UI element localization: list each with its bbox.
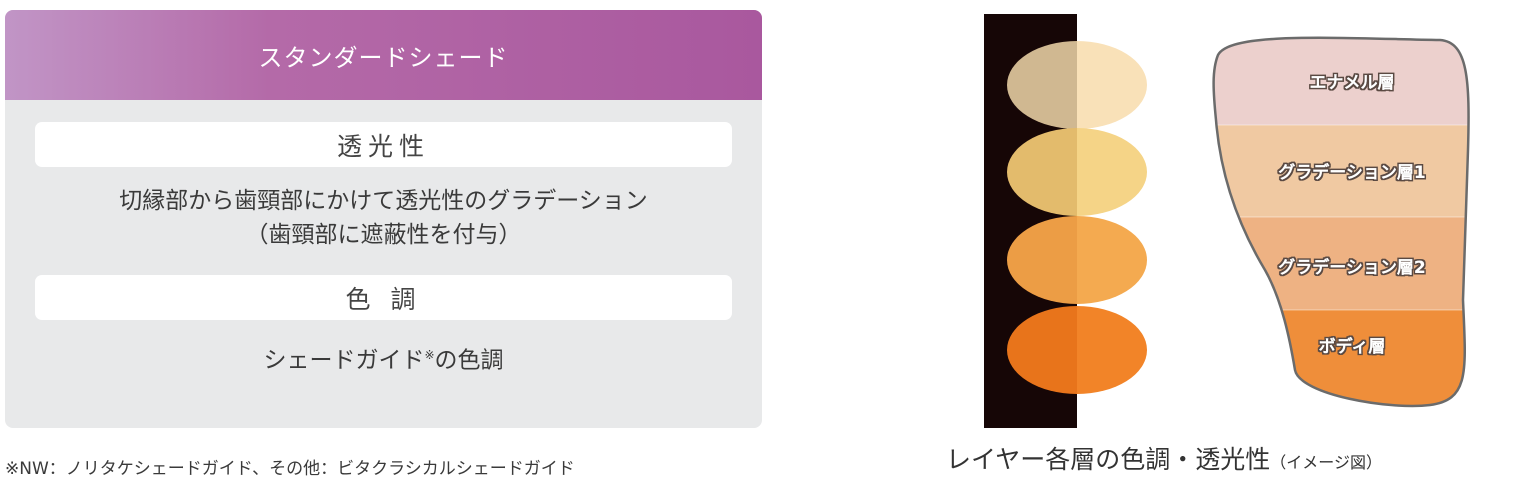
shade-swatch xyxy=(1007,41,1147,129)
diagram-caption: レイヤー各層の色調・透光性（イメージ図） xyxy=(946,440,1382,476)
layer-label: グラデーション層2 xyxy=(1278,257,1426,278)
shade-swatch xyxy=(1007,128,1147,216)
layer-label: グラデーション層1 xyxy=(1278,162,1426,183)
layer-diagram: エナメル層グラデーション層1 グラデーション層2 ボディ層 xyxy=(984,14,1470,428)
caption-note: （イメージ図） xyxy=(1270,453,1382,472)
layer-label: ボディ層 xyxy=(1319,336,1386,357)
tooth-layer-band xyxy=(1213,310,1469,406)
caption-main: レイヤー各層の色調・透光性 xyxy=(946,445,1271,474)
shade-swatch xyxy=(1007,306,1147,394)
shade-swatch xyxy=(1007,216,1147,304)
layer-label: エナメル層 xyxy=(1310,73,1395,93)
